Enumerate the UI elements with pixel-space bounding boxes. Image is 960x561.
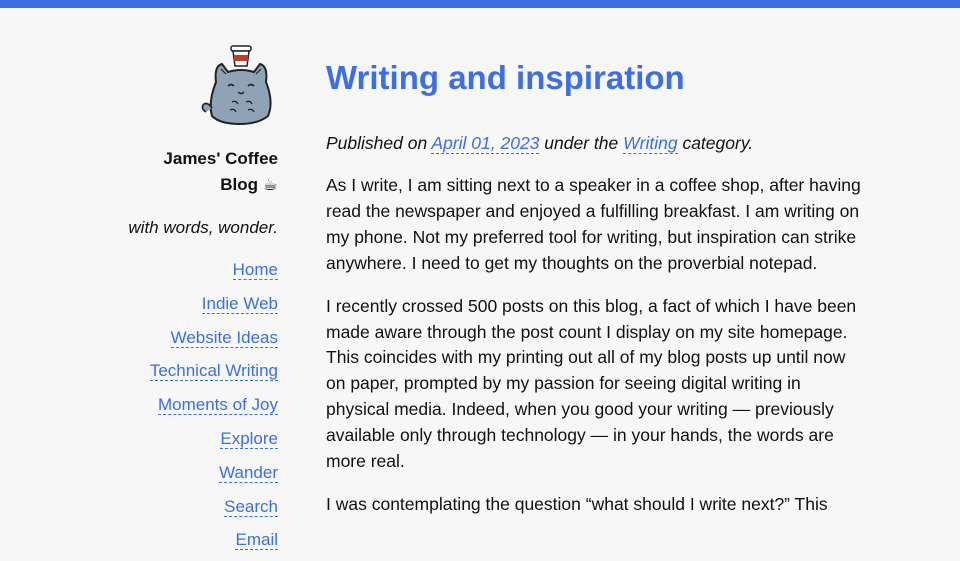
nav-link-email[interactable]: Email: [100, 527, 278, 553]
meta-prefix: Published on: [326, 133, 428, 153]
nav-link-technical-writing[interactable]: Technical Writing: [100, 358, 278, 384]
post-meta: Published on April 01, 2023 under the Wr…: [326, 130, 866, 156]
nav-link-moments-of-joy[interactable]: Moments of Joy: [100, 392, 278, 418]
nav-link-home[interactable]: Home: [100, 257, 278, 283]
post-paragraph: I was contemplating the question “what s…: [326, 493, 828, 514]
site-tagline: with words, wonder.: [128, 218, 278, 237]
meta-suffix: category.: [682, 133, 754, 153]
nav-link-website-ideas[interactable]: Website Ideas: [100, 325, 278, 351]
post-content: Writing and inspiration Published on Apr…: [326, 52, 866, 518]
site-title-line2[interactable]: Blog ☕: [100, 172, 278, 198]
site-title-line1[interactable]: James' Coffee: [100, 146, 278, 172]
post-title: Writing and inspiration: [326, 59, 685, 96]
cat-with-coffee-cup-icon[interactable]: [198, 42, 278, 126]
post-paragraph: As I write, I am sitting next to a speak…: [326, 175, 861, 273]
nav-link-search[interactable]: Search: [100, 494, 278, 520]
site-title[interactable]: James' Coffee Blog ☕: [100, 146, 278, 198]
post-date-link[interactable]: April 01, 2023: [431, 133, 540, 154]
nav-link-indie-web[interactable]: Indie Web: [100, 291, 278, 317]
category-link[interactable]: Writing: [623, 133, 678, 154]
top-accent-bar: [0, 0, 960, 8]
nav-link-explore[interactable]: Explore: [100, 426, 278, 452]
nav-link-wander[interactable]: Wander: [100, 460, 278, 486]
meta-mid: under the: [544, 133, 619, 153]
post-paragraph: I recently crossed 500 posts on this blo…: [326, 295, 857, 472]
sidebar-nav: Home Indie Web Website Ideas Technical W…: [100, 257, 278, 553]
sidebar: James' Coffee Blog ☕ with words, wonder.…: [100, 42, 278, 561]
